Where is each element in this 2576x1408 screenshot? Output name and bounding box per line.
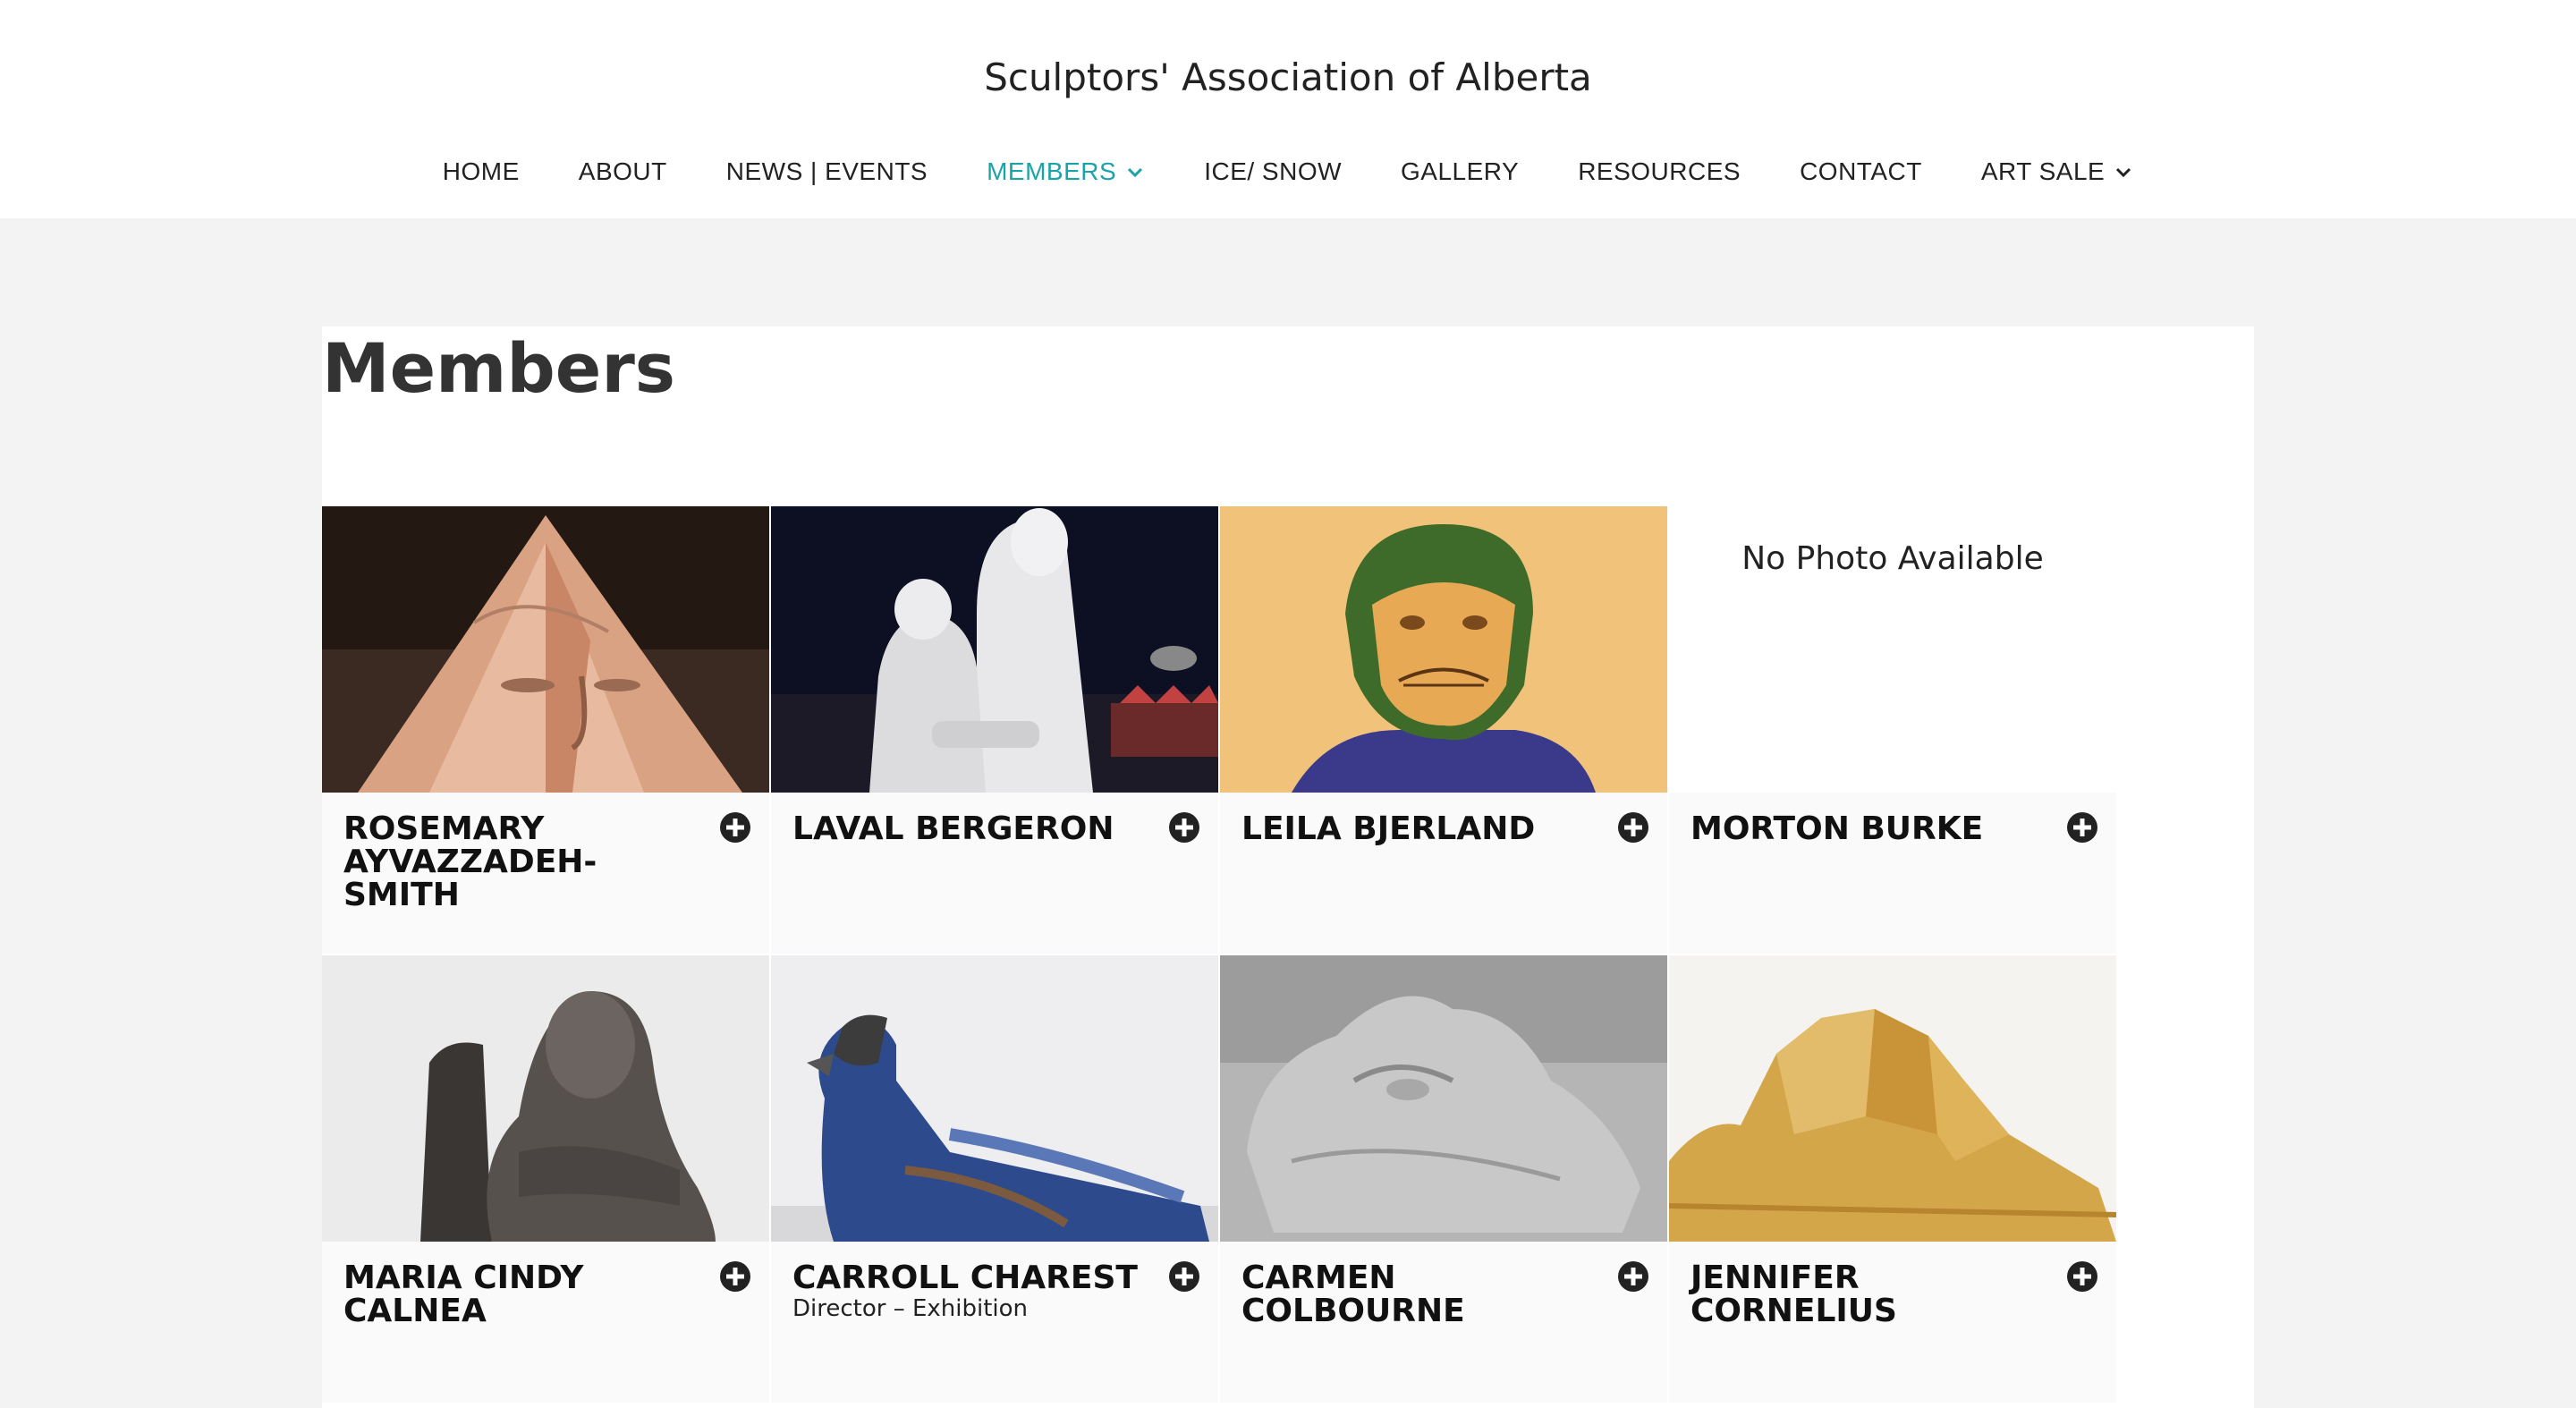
member-name[interactable]: LAVAL BERGERON: [792, 812, 1150, 845]
member-card[interactable]: JENNIFER CORNELIUS: [1669, 955, 2116, 1403]
nav-item-contact[interactable]: CONTACT: [1770, 157, 1952, 186]
nav-item-about[interactable]: ABOUT: [549, 157, 697, 186]
member-name[interactable]: MORTON BURKE: [1690, 812, 2048, 845]
main-content: Members ROSEMARY AYVAZZADEH-SMITH LAVAL …: [322, 327, 2254, 1408]
nav-item-news-events[interactable]: NEWS | EVENTS: [697, 157, 957, 186]
member-photo[interactable]: [322, 506, 769, 793]
expand-plus-icon[interactable]: [1167, 1260, 1201, 1293]
nav-label: ART SALE: [1980, 157, 2106, 185]
chevron-down-icon: [2114, 162, 2133, 182]
expand-plus-icon[interactable]: [2065, 810, 2099, 844]
expand-plus-icon[interactable]: [2065, 1260, 2099, 1293]
expand-plus-icon[interactable]: [1616, 1260, 1650, 1293]
member-name[interactable]: CARROLL CHAREST: [792, 1261, 1150, 1294]
member-card[interactable]: CARMEN COLBOURNE: [1220, 955, 1667, 1403]
nav-label: RESOURCES: [1578, 157, 1741, 185]
nav-label: HOME: [442, 157, 520, 185]
member-name[interactable]: JENNIFER CORNELIUS: [1690, 1261, 2048, 1327]
member-card[interactable]: CARROLL CHAREST Director – Exhibition: [771, 955, 1218, 1403]
no-photo-text: No Photo Available: [1741, 540, 2044, 577]
no-photo-placeholder[interactable]: No Photo Available: [1669, 506, 2116, 793]
nav-item-gallery[interactable]: GALLERY: [1371, 157, 1548, 186]
expand-plus-icon[interactable]: [718, 810, 752, 844]
nav-label: ICE/ SNOW: [1204, 157, 1343, 185]
member-card[interactable]: LEILA BJERLAND: [1220, 506, 1667, 954]
member-name[interactable]: CARMEN COLBOURNE: [1241, 1261, 1599, 1327]
nav-label: CONTACT: [1800, 157, 1922, 185]
nav-item-home[interactable]: HOME: [413, 157, 549, 186]
member-name[interactable]: ROSEMARY AYVAZZADEH-SMITH: [343, 812, 701, 912]
member-role: Director – Exhibition: [792, 1295, 1029, 1322]
member-photo[interactable]: [1220, 955, 1667, 1242]
chevron-down-icon: [1125, 162, 1145, 182]
nav-item-ice-snow[interactable]: ICE/ SNOW: [1174, 157, 1371, 186]
nav-label: ABOUT: [578, 157, 667, 185]
member-card[interactable]: MARIA CINDY CALNEA: [322, 955, 769, 1403]
member-name[interactable]: LEILA BJERLAND: [1241, 812, 1599, 845]
member-photo[interactable]: [1669, 955, 2116, 1242]
member-photo[interactable]: [771, 506, 1218, 793]
member-card[interactable]: LAVAL BERGERON: [771, 506, 1218, 954]
member-name[interactable]: MARIA CINDY CALNEA: [343, 1261, 701, 1327]
member-photo[interactable]: [1220, 506, 1667, 793]
member-card[interactable]: No Photo Available MORTON BURKE: [1669, 506, 2116, 954]
nav-item-art-sale[interactable]: ART SALE: [1952, 157, 2163, 186]
main-nav: HOME ABOUT NEWS | EVENTS MEMBERS ICE/ SN…: [0, 157, 2576, 186]
member-photo[interactable]: [771, 955, 1218, 1242]
member-photo[interactable]: [322, 955, 769, 1242]
member-card[interactable]: ROSEMARY AYVAZZADEH-SMITH: [322, 506, 769, 954]
site-title[interactable]: Sculptors' Association of Alberta: [0, 55, 2576, 99]
nav-label: GALLERY: [1401, 157, 1520, 185]
expand-plus-icon[interactable]: [1616, 810, 1650, 844]
site-header: Sculptors' Association of Alberta HOME A…: [0, 0, 2576, 218]
nav-label: NEWS | EVENTS: [725, 157, 928, 185]
nav-item-members[interactable]: MEMBERS: [957, 157, 1174, 186]
page-title: Members: [322, 328, 676, 408]
nav-item-resources[interactable]: RESOURCES: [1548, 157, 1770, 186]
expand-plus-icon[interactable]: [1167, 810, 1201, 844]
expand-plus-icon[interactable]: [718, 1260, 752, 1293]
nav-label: MEMBERS: [987, 157, 1117, 185]
